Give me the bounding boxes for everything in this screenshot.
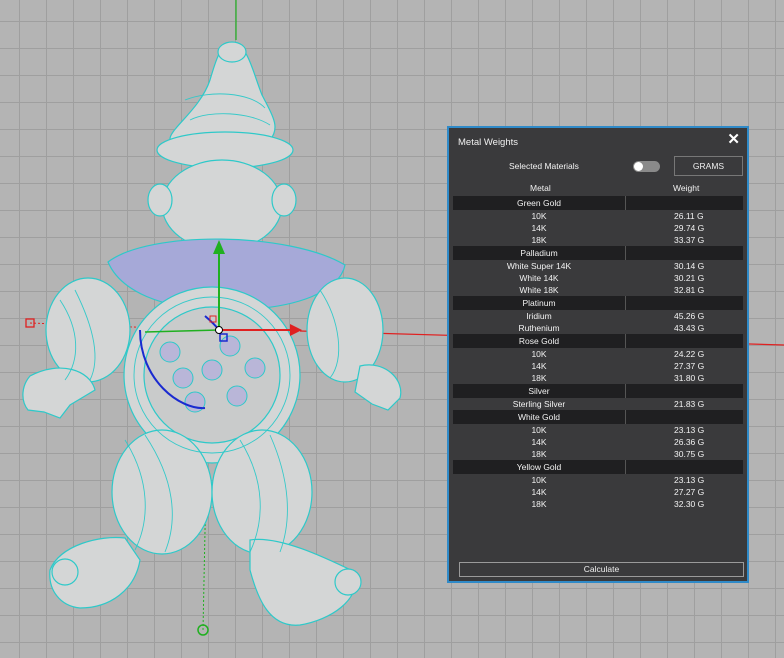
weight-cell: 23.13 G [674,425,705,435]
table-row: Iridium 45.26 G [453,310,743,322]
table-row: 18K 31.80 G [453,372,743,384]
group-row: White Gold [453,410,743,424]
cell-divider [625,410,626,424]
weight-cell: 23.13 G [674,475,705,485]
table-row: 10K 24.22 G [453,348,743,360]
weight-cell: 27.27 G [674,487,705,497]
metal-cell: White 14K [519,273,559,283]
group-row: Silver [453,384,743,398]
weight-cell: 29.74 G [674,223,705,233]
table-row: White 14K 30.21 G [453,272,743,284]
weight-cell: 43.43 G [674,323,705,333]
metal-cell: 14K [531,361,547,371]
selected-materials-row: Selected Materials GRAMS [449,155,747,177]
weight-cell: 30.21 G [674,273,705,283]
column-header-weight: Weight [673,183,700,193]
metal-cell: 10K [531,349,547,359]
weight-cell: 31.80 G [674,373,705,383]
table-row: 18K 32.30 G [453,498,743,510]
metal-cell: White Super 14K [506,261,572,271]
selected-materials-label: Selected Materials [509,161,579,171]
group-name: Yellow Gold [516,462,562,472]
table-header: Metal Weight [449,182,747,196]
group-name: Silver [528,386,550,396]
table-row: 14K 29.74 G [453,222,743,234]
panel-title: Metal Weights [458,137,519,148]
group-name: Platinum [522,298,556,308]
cell-divider [625,334,626,348]
weight-cell: 21.83 G [674,399,705,409]
table-row: 14K 26.36 G [453,436,743,448]
close-icon[interactable]: ✕ [727,132,740,148]
metal-weights-panel: Metal Weights ✕ Selected Materials GRAMS… [447,126,749,583]
table-row: 10K 26.11 G [453,210,743,222]
table-row: White 18K 32.81 G [453,284,743,296]
metal-cell: 10K [531,475,547,485]
group-row: Rose Gold [453,334,743,348]
selected-materials-toggle[interactable] [633,161,660,172]
table-row: 10K 23.13 G [453,474,743,486]
metal-cell: 18K [531,449,547,459]
metal-cell: 10K [531,425,547,435]
group-row: Platinum [453,296,743,310]
table-row: Sterling Silver 21.83 G [453,398,743,410]
metal-cell: Iridium [526,311,552,321]
weight-cell: 33.37 G [674,235,705,245]
table-row: White Super 14K 30.14 G [453,260,743,272]
group-row: Yellow Gold [453,460,743,474]
weight-cell: 32.81 G [674,285,705,295]
column-header-metal: Metal [530,183,551,193]
table-row: 14K 27.37 G [453,360,743,372]
metal-cell: Ruthenium [518,323,560,333]
calculate-button[interactable]: Calculate [459,562,744,577]
toggle-knob [634,162,643,171]
table-row: 18K 33.37 G [453,234,743,246]
weight-cell: 30.75 G [674,449,705,459]
panel-header: Metal Weights ✕ [449,128,747,155]
metal-cell: 14K [531,487,547,497]
cell-divider [625,196,626,210]
metal-cell: Sterling Silver [512,399,566,409]
metal-cell: 18K [531,373,547,383]
weight-cell: 45.26 G [674,311,705,321]
metal-cell: 14K [531,437,547,447]
table-row: 14K 27.27 G [453,486,743,498]
table-row: 18K 30.75 G [453,448,743,460]
units-button[interactable]: GRAMS [674,156,743,176]
cell-divider [625,296,626,310]
weight-cell: 32.30 G [674,499,705,509]
weights-table: Green Gold 10K 26.11 G 14K 29.74 G 18K 33.37 G… [453,196,743,510]
metal-cell: 14K [531,223,547,233]
group-row: Palladium [453,246,743,260]
table-row: 10K 23.13 G [453,424,743,436]
cell-divider [625,460,626,474]
group-row: Green Gold [453,196,743,210]
metal-cell: 10K [531,211,547,221]
group-name: Palladium [520,248,558,258]
metal-cell: 18K [531,499,547,509]
clown-model [22,41,402,626]
cell-divider [625,384,626,398]
metal-cell: White 18K [519,285,559,295]
group-name: Rose Gold [518,336,560,346]
weight-cell: 30.14 G [674,261,705,271]
weight-cell: 24.22 G [674,349,705,359]
metal-cell: 18K [531,235,547,245]
group-name: Green Gold [517,198,561,208]
weight-cell: 26.11 G [674,211,704,221]
weight-cell: 26.36 G [674,437,705,447]
table-row: Ruthenium 43.43 G [453,322,743,334]
weight-cell: 27.37 G [674,361,705,371]
group-name: White Gold [517,412,561,422]
cell-divider [625,246,626,260]
